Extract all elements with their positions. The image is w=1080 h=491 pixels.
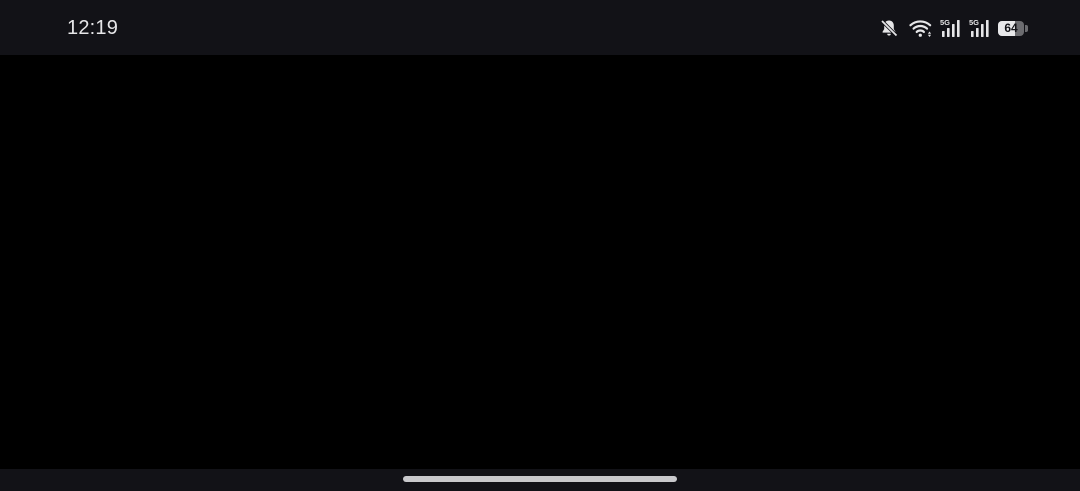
bell-off-icon [879, 18, 899, 38]
status-bar: 12:19 5G 5G 64 [0, 0, 1080, 55]
status-time: 12:19 [67, 17, 119, 39]
wifi-icon [909, 18, 933, 38]
phone-screen: 12:19 5G 5G 64 [0, 0, 1080, 491]
navigation-bar [0, 469, 1080, 491]
battery-body: 64 [998, 20, 1024, 36]
status-icons: 5G 5G 64 [879, 14, 1028, 42]
signal-5g-icon: 5G [969, 18, 991, 38]
battery-icon: 64 [998, 20, 1028, 36]
battery-percent: 64 [1004, 20, 1018, 35]
battery-cap [1025, 24, 1028, 32]
signal-5g-label: 5G [969, 18, 979, 27]
signal-5g-icon: 5G [940, 18, 962, 38]
signal-5g-label: 5G [940, 18, 950, 27]
home-gesture-handle[interactable] [403, 476, 677, 482]
app-content-area [0, 55, 1080, 469]
